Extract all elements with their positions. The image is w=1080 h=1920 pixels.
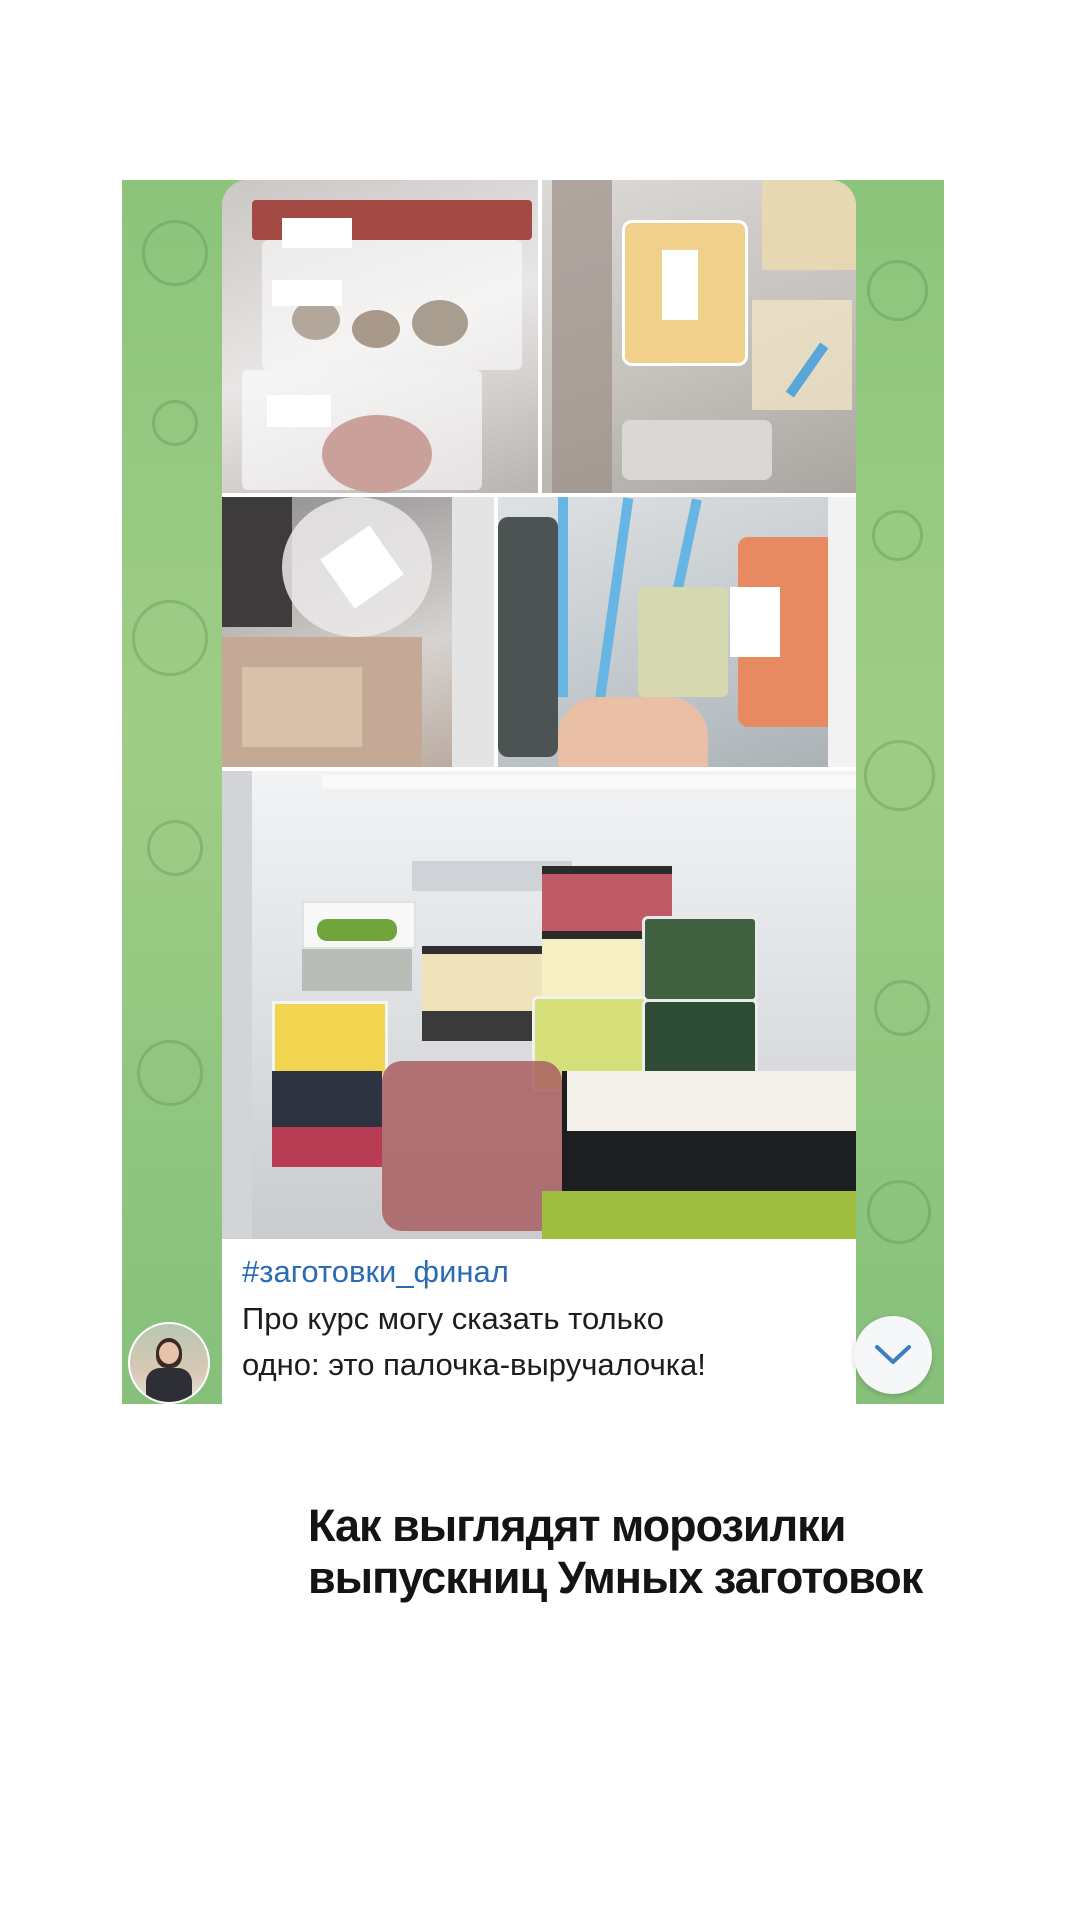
doodle-icon xyxy=(867,260,928,321)
doodle-icon xyxy=(872,510,923,561)
photo-freezer-drawer[interactable] xyxy=(222,497,494,767)
photo-freezer-bags-meat[interactable] xyxy=(222,180,538,493)
headline: Как выглядят морозилки выпускниц Умных з… xyxy=(308,1500,1028,1604)
photo-freezer-shelf[interactable] xyxy=(222,771,856,1239)
doodle-icon xyxy=(864,740,935,811)
scroll-down-button[interactable] xyxy=(854,1316,932,1394)
doodle-icon xyxy=(137,1040,203,1106)
chat-screenshot: #заготовки_финал Про курс могу сказать т… xyxy=(122,180,944,1404)
message-line: одно: это палочка-выручалочка! xyxy=(242,1347,706,1382)
user-avatar[interactable] xyxy=(128,1322,210,1404)
photo-zip-bags-vegetables[interactable] xyxy=(498,497,856,767)
message-text: Про курс могу сказать только одно: это п… xyxy=(242,1296,802,1388)
doodle-icon xyxy=(132,600,208,676)
doodle-icon xyxy=(152,400,198,446)
headline-line: выпускниц Умных заготовок xyxy=(308,1552,923,1603)
photo-freezer-containers[interactable] xyxy=(542,180,856,493)
hashtag-link[interactable]: #заготовки_финал xyxy=(242,1252,802,1292)
chevron-down-icon xyxy=(875,1345,911,1364)
message-line: Про курс могу сказать только xyxy=(242,1301,664,1336)
message-bubble: #заготовки_финал Про курс могу сказать т… xyxy=(222,180,856,1404)
message-caption: #заготовки_финал Про курс могу сказать т… xyxy=(242,1252,802,1388)
headline-line: Как выглядят морозилки xyxy=(308,1500,846,1551)
doodle-icon xyxy=(867,1180,931,1244)
doodle-icon xyxy=(874,980,930,1036)
doodle-icon xyxy=(142,220,208,286)
doodle-icon xyxy=(147,820,203,876)
